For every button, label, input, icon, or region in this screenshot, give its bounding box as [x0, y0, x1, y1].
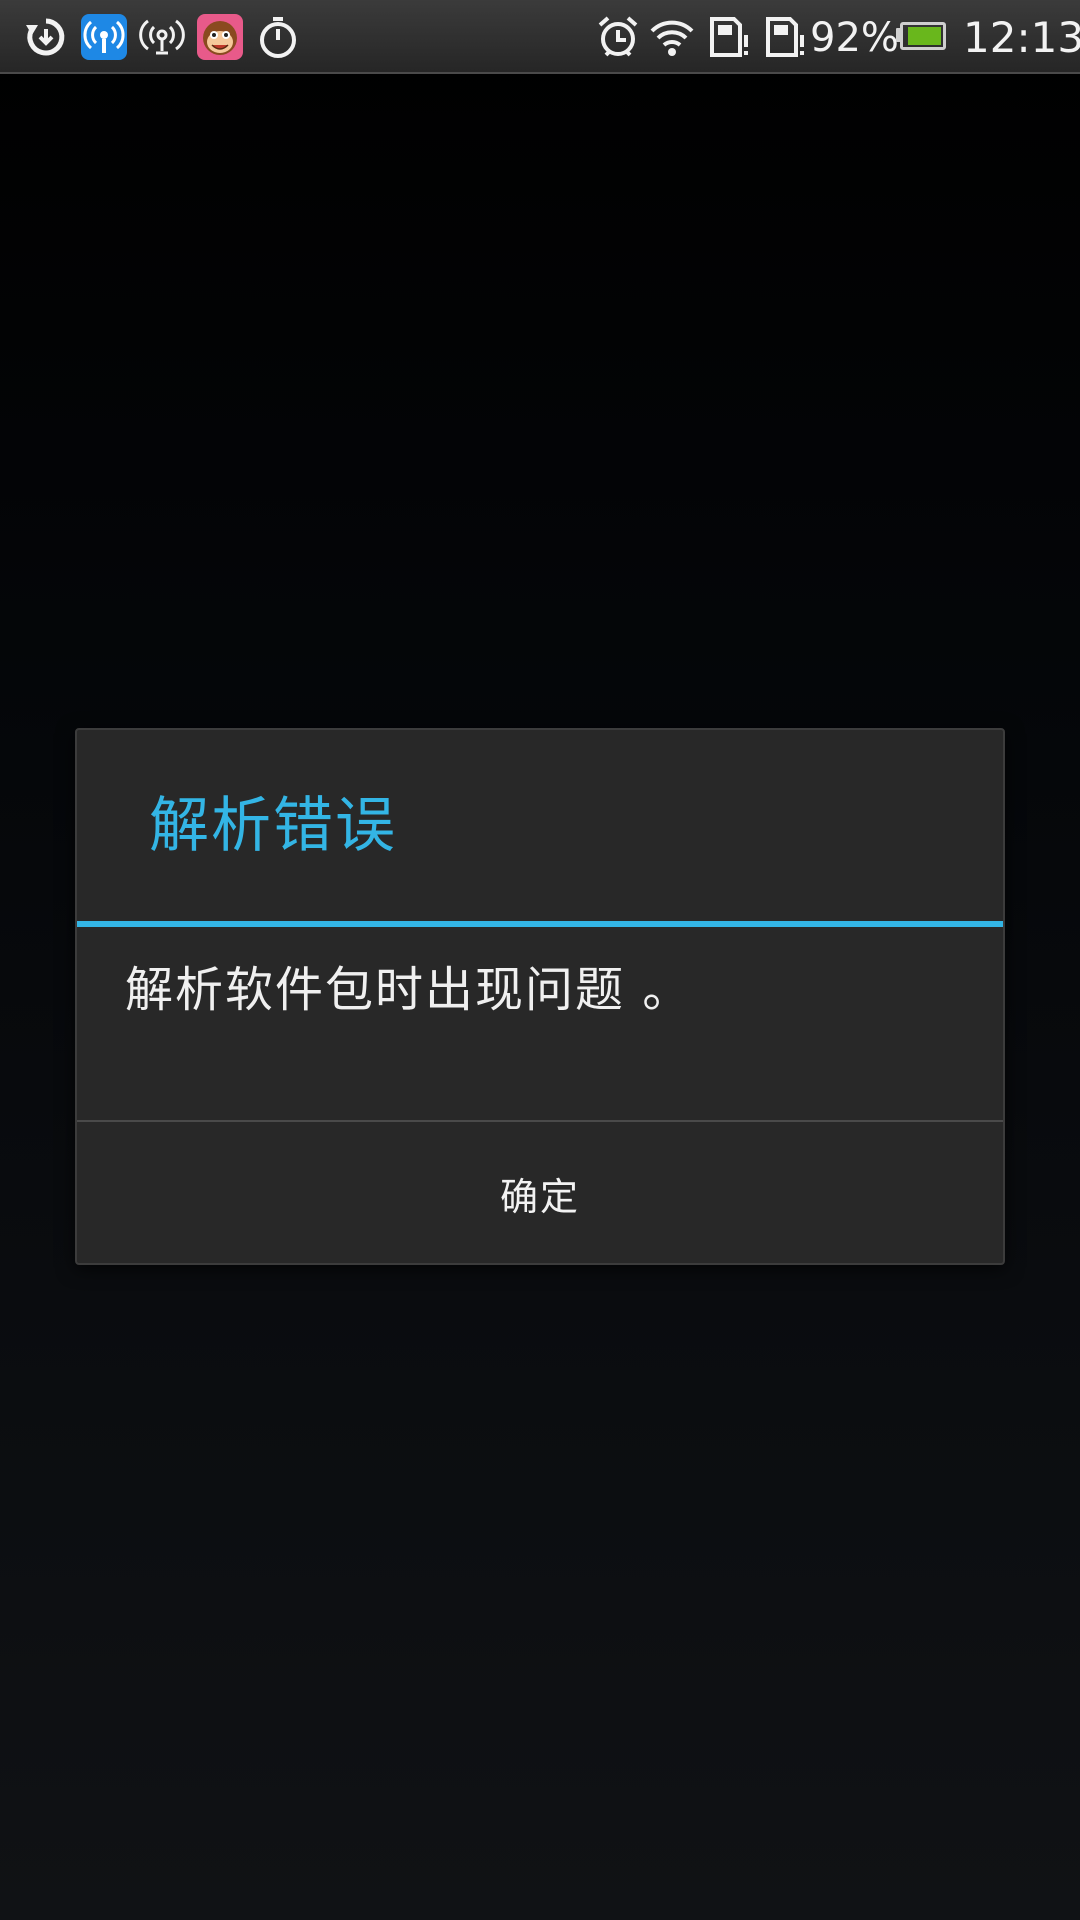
monkey-app-icon — [196, 13, 244, 61]
status-bar: 92% 12:13 — [0, 0, 1080, 74]
sd-card-alert-icon-2 — [760, 13, 808, 61]
alarm-icon — [594, 13, 642, 61]
parse-error-dialog: 解析错误 解析软件包时出现问题 。 确定 — [75, 728, 1005, 1265]
ok-button[interactable]: 确定 — [77, 1122, 1003, 1265]
wifi-hotspot-app-icon — [80, 13, 128, 61]
screen: 92% 12:13 解析错误 解析软件包时出现问题 。 确定 — [0, 0, 1080, 1920]
dialog-message: 解析软件包时出现问题 。 — [125, 962, 693, 1018]
hotspot-icon — [138, 13, 186, 61]
clock: 12:13 — [963, 13, 1080, 62]
dialog-title: 解析错误 — [149, 791, 397, 861]
title-divider — [77, 921, 1003, 927]
battery-percent: 92% — [810, 15, 899, 61]
sd-card-alert-icon — [704, 13, 752, 61]
battery-fill — [908, 27, 941, 45]
sync-icon — [22, 13, 70, 61]
stopwatch-icon — [254, 13, 302, 61]
battery-icon — [900, 22, 946, 50]
wifi-signal-icon — [648, 13, 696, 61]
